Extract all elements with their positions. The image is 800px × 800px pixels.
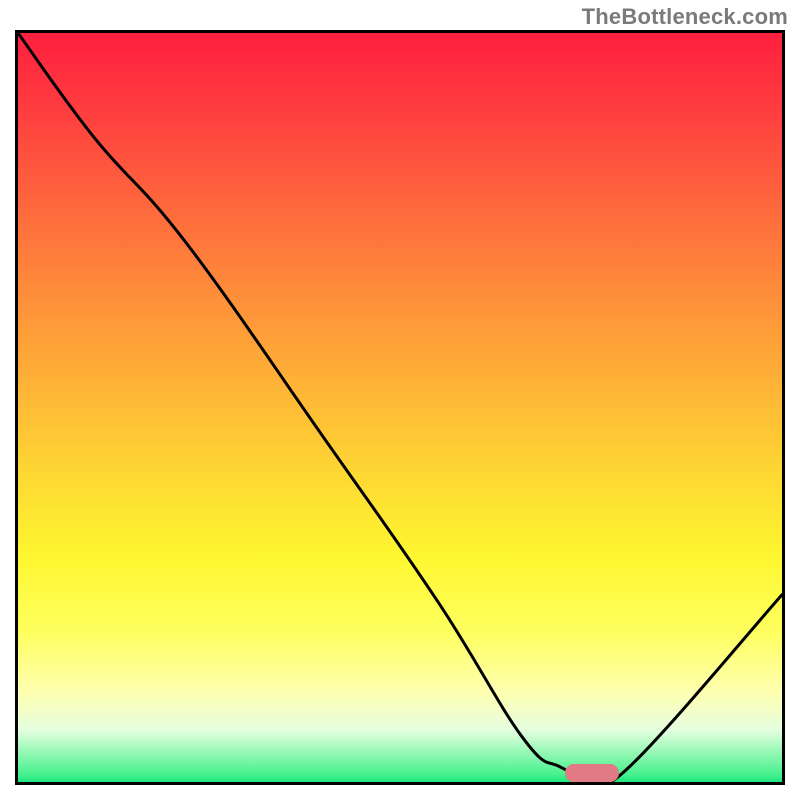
watermark-text: TheBottleneck.com [582,4,788,30]
bottleneck-curve [18,33,782,782]
chart-container: TheBottleneck.com [0,0,800,800]
plot-area [15,30,785,785]
optimal-region-marker [565,764,619,782]
